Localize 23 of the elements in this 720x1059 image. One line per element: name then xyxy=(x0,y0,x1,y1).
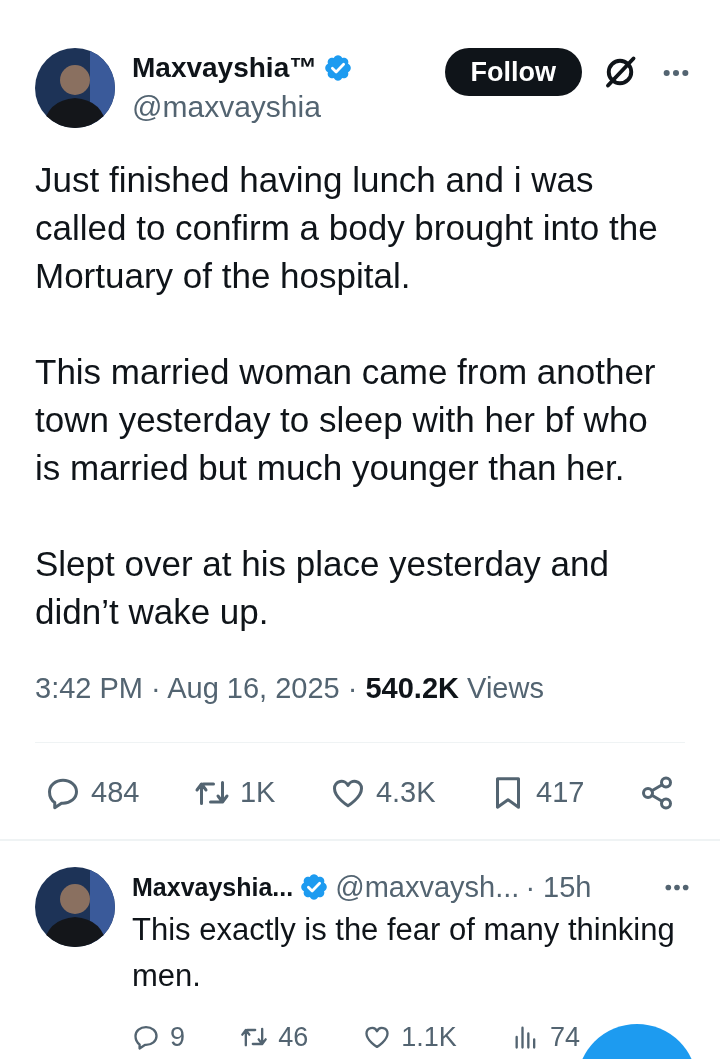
post-text: Slept over at his place yesterday and didn’t wake up. xyxy=(35,543,610,633)
post-time: · 15h xyxy=(525,870,592,905)
post-text: This married woman came from another town yesterday to sleep with her bf who is married but much younger than her. xyxy=(35,351,657,489)
count: 74 xyxy=(549,1020,580,1054)
count: 417 xyxy=(536,775,585,811)
count: 1.1K xyxy=(401,1020,457,1054)
count: 4.3K xyxy=(375,775,436,811)
share-icon[interactable] xyxy=(639,775,675,811)
display-name: Maxvayshia™ xyxy=(132,51,318,85)
more-icon[interactable] xyxy=(662,68,690,78)
more-icon[interactable] xyxy=(664,882,690,892)
post-text: Just finished having lunch and i was called to confirm a body brought into the Mortuary of the hospital. xyxy=(35,159,659,297)
count: 9 xyxy=(170,1020,186,1054)
count: 484 xyxy=(91,775,140,811)
count: 46 xyxy=(278,1020,309,1054)
username: @maxvayshia xyxy=(132,89,322,125)
reply-text: This exactly is the fear of many thinking men. xyxy=(132,911,676,995)
display-name: Maxvayshia... xyxy=(132,872,294,903)
follow-button[interactable]: Follow xyxy=(444,48,582,96)
count: 1K xyxy=(239,775,276,811)
username: @maxvaysh... xyxy=(335,870,520,905)
speech-bubble-icon[interactable] xyxy=(132,1023,160,1051)
post-timestamp: 3:42 PM · Aug 16, 2025 · 540.2K Views xyxy=(34,671,545,706)
